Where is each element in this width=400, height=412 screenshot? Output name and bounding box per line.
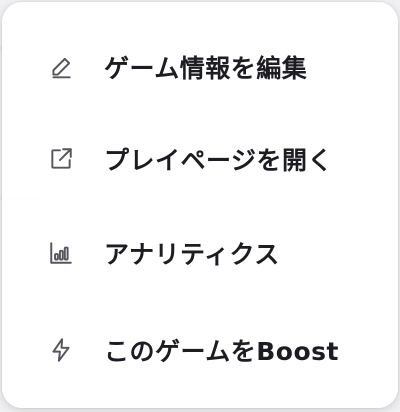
external-link-icon xyxy=(47,145,75,173)
menu-item-boost-game[interactable]: このゲームをBoost xyxy=(2,306,398,394)
bar-chart-icon xyxy=(47,239,75,267)
menu-item-label: プレイページを開く xyxy=(104,146,334,175)
menu-item-label: アナリティクス xyxy=(104,240,280,269)
menu-item-edit-game-info[interactable]: ゲーム情報を編集 xyxy=(2,23,398,111)
menu-item-analytics[interactable]: アナリティクス xyxy=(2,209,398,297)
pencil-icon xyxy=(47,53,75,81)
game-actions-menu: ゲーム情報を編集 プレイページを開く アナリティクス このゲームをBoost xyxy=(2,2,398,408)
lightning-bolt-icon xyxy=(47,336,75,364)
menu-item-label: このゲームをBoost xyxy=(104,337,339,366)
menu-item-label: ゲーム情報を編集 xyxy=(104,54,308,83)
menu-item-open-play-page[interactable]: プレイページを開く xyxy=(2,115,398,203)
